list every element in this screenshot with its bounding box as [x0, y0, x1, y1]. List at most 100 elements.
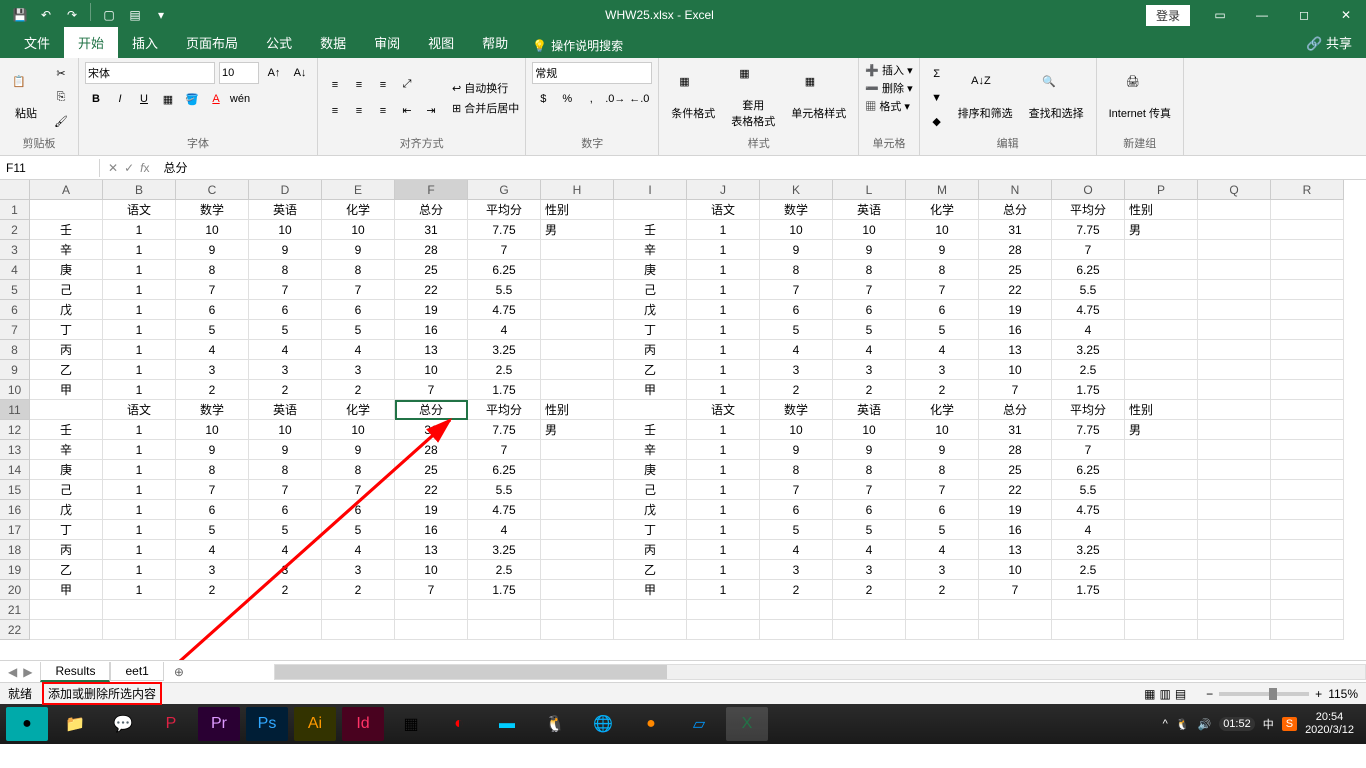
cell[interactable]: 10: [395, 560, 468, 580]
cell[interactable]: [1125, 540, 1198, 560]
cell[interactable]: [1125, 480, 1198, 500]
cell[interactable]: 总分: [979, 200, 1052, 220]
align-top-icon[interactable]: ≡: [324, 74, 346, 96]
cell[interactable]: 1: [103, 320, 176, 340]
taskbar-photoshop-icon[interactable]: Ps: [246, 707, 288, 741]
row-header[interactable]: 5: [0, 280, 30, 300]
share-button[interactable]: 🔗 共享: [1292, 27, 1366, 58]
cell[interactable]: 丁: [30, 520, 103, 540]
cell[interactable]: 5: [322, 520, 395, 540]
cell[interactable]: 10: [906, 220, 979, 240]
cell[interactable]: 6: [176, 300, 249, 320]
cell[interactable]: 25: [979, 260, 1052, 280]
cell[interactable]: 3: [833, 360, 906, 380]
cell[interactable]: 19: [395, 500, 468, 520]
cell[interactable]: 甲: [30, 380, 103, 400]
cell[interactable]: 2.5: [1052, 560, 1125, 580]
cell[interactable]: 5: [249, 520, 322, 540]
cell[interactable]: [1125, 380, 1198, 400]
cell[interactable]: 4: [249, 340, 322, 360]
cell[interactable]: [1125, 260, 1198, 280]
cell[interactable]: 1: [687, 260, 760, 280]
cell[interactable]: [541, 600, 614, 620]
fx-icon[interactable]: fx: [140, 161, 149, 175]
cell[interactable]: 1: [103, 220, 176, 240]
cell[interactable]: [1271, 280, 1344, 300]
align-right-icon[interactable]: ≡: [372, 100, 394, 122]
cell[interactable]: 3: [322, 560, 395, 580]
login-button[interactable]: 登录: [1146, 5, 1190, 26]
cell[interactable]: 丙: [30, 540, 103, 560]
cell[interactable]: 5: [176, 520, 249, 540]
cell[interactable]: 1: [103, 520, 176, 540]
cell[interactable]: 2: [760, 380, 833, 400]
add-sheet-icon[interactable]: ⊕: [164, 665, 194, 679]
cell[interactable]: 1.75: [1052, 580, 1125, 600]
sheet-tab-results[interactable]: Results: [40, 662, 110, 682]
cell[interactable]: 1: [687, 540, 760, 560]
cell[interactable]: 性别: [541, 200, 614, 220]
cell[interactable]: [1125, 340, 1198, 360]
cell[interactable]: [541, 480, 614, 500]
conditional-format-button[interactable]: ▦条件格式: [665, 73, 721, 123]
cell[interactable]: 3: [176, 560, 249, 580]
cell[interactable]: [1198, 500, 1271, 520]
cell[interactable]: [1125, 600, 1198, 620]
indent-inc-icon[interactable]: ⇥: [420, 100, 442, 122]
cell[interactable]: [322, 620, 395, 640]
cell[interactable]: [30, 200, 103, 220]
cell[interactable]: 英语: [249, 400, 322, 420]
cell[interactable]: [1198, 620, 1271, 640]
taskbar-indesign-icon[interactable]: Id: [342, 707, 384, 741]
cell[interactable]: 1: [103, 500, 176, 520]
cell[interactable]: 辛: [30, 240, 103, 260]
cell[interactable]: 己: [30, 280, 103, 300]
dec-decimal-icon[interactable]: ←.0: [628, 88, 650, 110]
cell[interactable]: 7: [760, 280, 833, 300]
cell[interactable]: 5: [176, 320, 249, 340]
cell[interactable]: 庚: [614, 260, 687, 280]
cell[interactable]: 4: [833, 340, 906, 360]
taskbar-premiere-icon[interactable]: Pr: [198, 707, 240, 741]
cell[interactable]: 丁: [614, 320, 687, 340]
cell[interactable]: [468, 600, 541, 620]
col-header-Q[interactable]: Q: [1198, 180, 1271, 200]
cell[interactable]: 3: [833, 560, 906, 580]
cell[interactable]: 5: [760, 320, 833, 340]
cell[interactable]: 5: [760, 520, 833, 540]
cell[interactable]: [1271, 400, 1344, 420]
cell[interactable]: 9: [833, 440, 906, 460]
cell[interactable]: [1271, 620, 1344, 640]
cell[interactable]: 3: [906, 360, 979, 380]
cell[interactable]: 7: [176, 480, 249, 500]
cell[interactable]: [1271, 340, 1344, 360]
comma-icon[interactable]: ,: [580, 88, 602, 110]
col-header-R[interactable]: R: [1271, 180, 1344, 200]
cell[interactable]: 1: [103, 540, 176, 560]
percent-icon[interactable]: %: [556, 88, 578, 110]
page-layout-view-icon[interactable]: ▥: [1159, 687, 1170, 701]
taskbar-app-15[interactable]: ▱: [678, 707, 720, 741]
cell[interactable]: 丁: [30, 320, 103, 340]
row-header[interactable]: 7: [0, 320, 30, 340]
cell[interactable]: 5.5: [1052, 280, 1125, 300]
cell[interactable]: 10: [833, 420, 906, 440]
cell[interactable]: 男: [1125, 420, 1198, 440]
cell[interactable]: [1198, 460, 1271, 480]
cell[interactable]: 7: [249, 280, 322, 300]
cell[interactable]: [1198, 480, 1271, 500]
cell[interactable]: 22: [979, 480, 1052, 500]
cell[interactable]: 英语: [833, 400, 906, 420]
cell[interactable]: 7: [833, 280, 906, 300]
cell[interactable]: [541, 280, 614, 300]
cell[interactable]: 10: [249, 220, 322, 240]
cell[interactable]: [249, 600, 322, 620]
wrap-text-button[interactable]: ↩ 自动换行: [452, 80, 519, 96]
row-header[interactable]: 2: [0, 220, 30, 240]
cell[interactable]: [176, 620, 249, 640]
cell[interactable]: 4: [1052, 320, 1125, 340]
col-header-I[interactable]: I: [614, 180, 687, 200]
taskbar-app-9[interactable]: ▦: [390, 707, 432, 741]
row-header[interactable]: 4: [0, 260, 30, 280]
cell[interactable]: 4.75: [1052, 300, 1125, 320]
